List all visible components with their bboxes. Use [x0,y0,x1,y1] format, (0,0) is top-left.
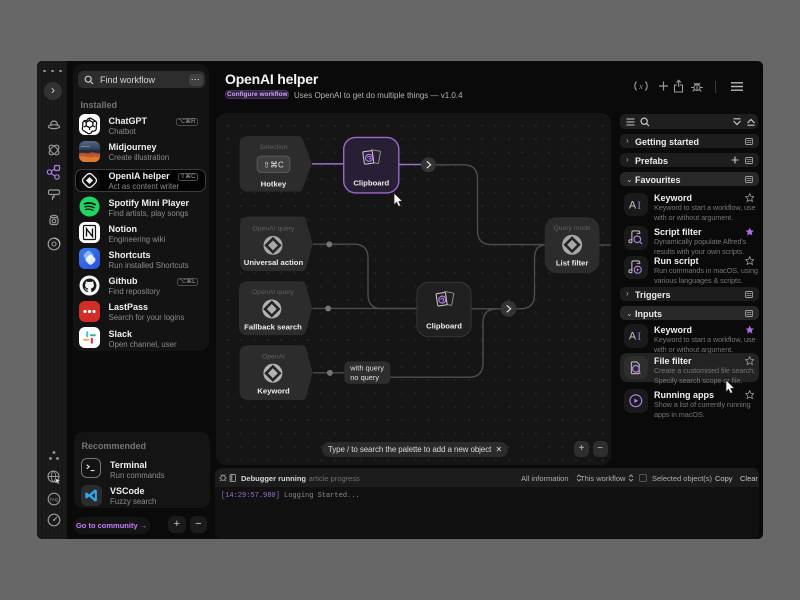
svg-text:⇧⌘C: ⇧⌘C [263,161,284,170]
svg-text:I: I [637,198,641,212]
svg-text:Keyword: Keyword [257,387,290,396]
svg-text:Fallback search: Fallback search [244,323,302,332]
svg-text:A: A [629,331,637,343]
svg-text:A: A [629,199,637,211]
svg-text:OpenAI: OpenAI [261,354,284,361]
svg-text:Clipboard: Clipboard [353,179,389,188]
svg-text:no query: no query [350,374,379,383]
svg-text:OpenAI query: OpenAI query [252,226,295,233]
svg-text:Selection: Selection [259,145,287,152]
svg-text:Universal action: Universal action [243,258,303,267]
svg-text:FAQ: FAQ [49,497,58,502]
svg-text:OpenAI query: OpenAI query [252,289,295,296]
svg-text:with query: with query [349,364,384,373]
svg-text:List filter: List filter [555,259,587,268]
svg-text:Hotkey: Hotkey [260,180,286,189]
svg-text:Query mode: Query mode [553,225,591,232]
svg-text:Clipboard: Clipboard [426,322,462,331]
svg-text:x: x [638,82,643,91]
svg-text:I: I [637,330,641,344]
